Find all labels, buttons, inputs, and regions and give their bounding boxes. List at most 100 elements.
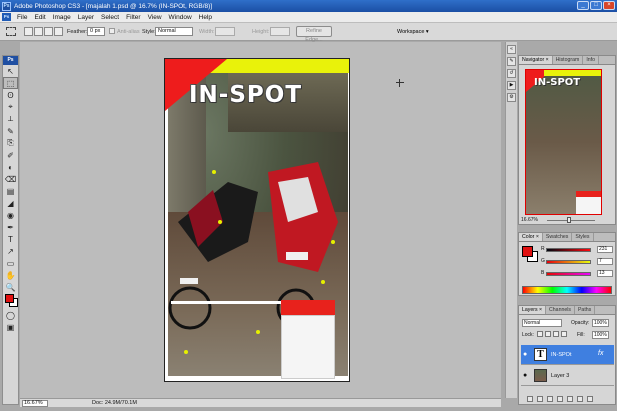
layer-effects-icon[interactable]: fx [598,350,603,357]
link-layers-icon[interactable] [527,395,533,402]
red-channel-slider[interactable] [546,248,591,252]
fill-input[interactable]: 100% [592,331,609,339]
move-tool-icon[interactable]: ↖ [3,65,18,77]
width-input[interactable] [215,27,235,36]
minimize-button[interactable]: _ [577,1,589,10]
green-channel-slider[interactable] [546,260,591,264]
clone-stamp-tool-icon[interactable]: ◐ [3,161,18,173]
zoom-level-field[interactable]: 16.67% [22,400,48,407]
delete-layer-icon[interactable] [587,395,593,402]
layer-name[interactable]: IN-SPOt [551,352,571,358]
menu-file[interactable]: File [14,14,31,21]
dock-brush-icon[interactable]: ✎ [507,57,516,66]
quick-selection-tool-icon[interactable]: ⌖ [3,101,18,113]
healing-brush-tool-icon[interactable]: ⎘ [3,137,18,149]
blue-channel-slider[interactable] [546,272,591,276]
blur-tool-icon[interactable]: ◢ [3,197,18,209]
visibility-eye-icon[interactable]: ● [523,351,527,358]
layer-row-text[interactable]: ● T IN-SPOt fx [521,345,614,365]
add-style-icon[interactable] [537,395,543,402]
tab-channels[interactable]: Channels [546,306,575,314]
dock-actions-icon[interactable]: ▶ [507,81,516,90]
tab-layers[interactable]: Layers × [519,306,547,314]
lock-position-icon[interactable] [553,331,559,337]
tab-histogram[interactable]: Histogram [553,56,584,64]
quick-mask-icon[interactable]: ◯ [3,309,18,321]
adjustment-layer-icon[interactable] [557,395,563,402]
dock-tool-presets-icon[interactable]: ⚙ [507,93,516,102]
menu-view[interactable]: View [145,14,166,21]
eyedropper-tool-icon[interactable]: ✎ [3,125,18,137]
height-input[interactable] [270,27,290,36]
layer-name[interactable]: Layer 3 [551,373,569,379]
lock-transparency-icon[interactable] [537,331,543,337]
menu-layer[interactable]: Layer [75,14,98,21]
blue-channel-value[interactable]: 13 [597,270,613,277]
shape-tool-icon[interactable]: ▭ [3,257,18,269]
green-channel-value[interactable]: 7 [597,258,613,265]
lock-all-icon[interactable] [561,331,567,337]
dock-collapse-icon[interactable]: « [507,45,516,54]
color-foreground-swatch[interactable] [522,246,533,257]
add-selection-icon[interactable] [34,27,43,36]
crop-tool-icon[interactable]: ⟂ [3,113,18,125]
eraser-tool-icon[interactable]: ⌫ [3,173,18,185]
brush-tool-icon[interactable]: ✐ [3,149,18,161]
close-button[interactable]: × [603,1,615,10]
marquee-tool-preset-icon[interactable] [6,27,16,36]
menu-select[interactable]: Select [98,14,123,21]
navigator-view-frame[interactable] [525,69,602,215]
color-spectrum-bar[interactable] [522,286,612,294]
document-size[interactable]: Doc: 24.9M/70.1M [92,400,137,407]
navigator-zoom-value[interactable]: 16.67% [521,217,538,223]
menu-help[interactable]: Help [196,14,216,21]
tab-navigator[interactable]: Navigator × [519,56,553,64]
gradient-tool-icon[interactable]: ▤ [3,185,18,197]
menu-image[interactable]: Image [50,14,75,21]
feather-input[interactable]: 0 px [87,27,105,36]
document-canvas[interactable]: IN-SPOT [164,58,350,382]
title-bar: Ps Adobe Photoshop CS3 - [majalah 1.psd … [0,0,617,12]
tab-paths[interactable]: Paths [575,306,596,314]
screen-mode-icon[interactable]: ▣ [3,321,18,333]
fill-label: Fill: [577,332,585,338]
red-channel-value[interactable]: 231 [597,246,613,253]
style-select[interactable]: Normal [155,27,193,36]
tab-styles[interactable]: Styles [572,233,594,241]
opacity-input[interactable]: 100% [592,319,609,327]
navigator-zoom-knob[interactable] [567,217,571,223]
new-selection-icon[interactable] [24,27,33,36]
zoom-tool-icon[interactable]: 🔍 [3,281,18,293]
menu-window[interactable]: Window [166,14,196,21]
refine-edge-button[interactable]: Refine Edge... [296,26,332,43]
lock-pixels-icon[interactable] [545,331,551,337]
path-selection-tool-icon[interactable]: ↗ [3,245,18,257]
maximize-button[interactable]: □ [590,1,602,10]
dock-history-icon[interactable]: ↺ [507,69,516,78]
lasso-tool-icon[interactable]: ʘ [3,89,18,101]
menu-edit[interactable]: Edit [31,14,49,21]
subtract-selection-icon[interactable] [44,27,53,36]
rectangular-marquee-tool-icon[interactable]: ⬚ [3,77,18,89]
tab-info[interactable]: Info [583,56,599,64]
blend-mode-select[interactable]: Normal [522,319,562,327]
intersect-selection-icon[interactable] [54,27,63,36]
hand-tool-icon[interactable]: ✋ [3,269,18,281]
dodge-tool-icon[interactable]: ◉ [3,209,18,221]
new-group-icon[interactable] [567,395,573,402]
new-layer-icon[interactable] [577,395,583,402]
antialias-checkbox[interactable] [109,28,115,34]
foreground-color-swatch[interactable] [5,294,14,303]
type-tool-icon[interactable]: T [3,233,18,245]
workspace-menu[interactable]: Workspace ▾ [397,29,429,35]
layer-row-image[interactable]: ● Layer 3 [521,366,614,386]
navigator-zoom-slider[interactable] [547,220,595,221]
visibility-eye-icon[interactable]: ● [523,372,527,379]
tab-swatches[interactable]: Swatches [543,233,573,241]
navigator-tabs: Navigator × Histogram Info [519,56,615,65]
app-menu-icon[interactable]: Ps [2,13,11,21]
add-mask-icon[interactable] [547,395,553,402]
tab-color[interactable]: Color × [519,233,543,241]
pen-tool-icon[interactable]: ✒ [3,221,18,233]
menu-filter[interactable]: Filter [123,14,144,21]
